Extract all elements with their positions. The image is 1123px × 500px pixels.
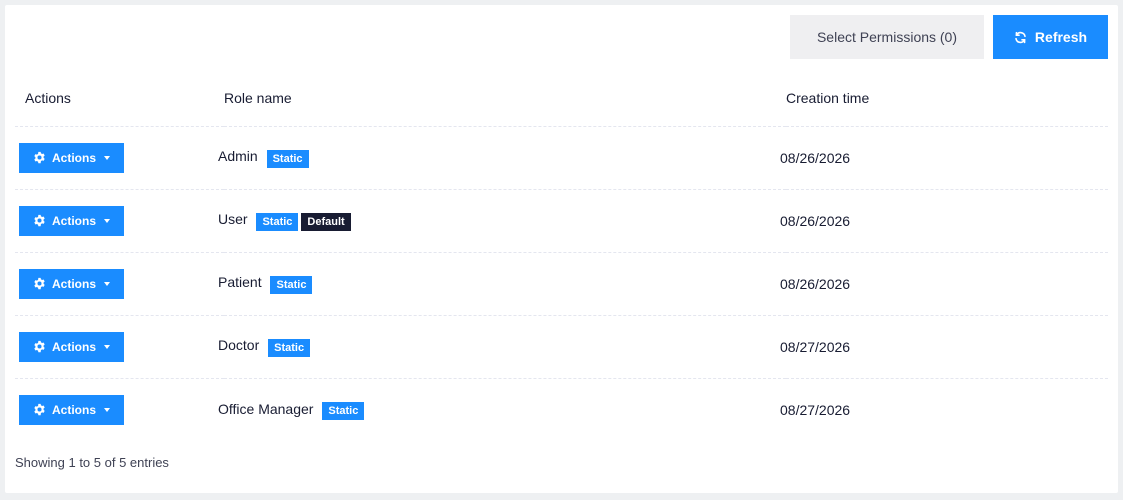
refresh-icon [1015,31,1026,43]
static-badge: Static [270,275,313,294]
actions-dropdown-button[interactable]: Actions [19,394,124,425]
roles-table: Actions Role name Creation time Actions … [15,71,1108,441]
caret-down-icon [104,155,110,160]
creation-time: 08/27/2026 [780,315,1102,379]
caret-down-icon [104,218,110,223]
header-actions: Actions [15,71,224,127]
gear-icon [34,214,45,227]
static-badge: Static [268,338,311,357]
static-badge: Static [266,149,309,168]
table-row: Actions User Static Default 08/26/2026 [15,189,1108,253]
actions-dropdown-button[interactable]: Actions [19,205,124,236]
table-row: Actions Admin Static 08/26/2026 [15,126,1108,190]
gear-icon [34,151,45,164]
role-name: User [218,211,248,228]
gear-icon [34,277,45,290]
static-badge: Static [256,212,299,231]
caret-down-icon [104,407,110,412]
default-badge: Default [301,212,351,231]
table-info: Showing 1 to 5 of 5 entries [15,455,169,470]
table-row: Actions Office Manager Static 08/27/2026 [15,378,1108,441]
creation-time: 08/26/2026 [780,252,1102,316]
select-permissions-button[interactable]: Select Permissions (0) [790,15,984,59]
role-name: Patient [218,274,262,291]
table-header-row: Actions Role name Creation time [15,71,1108,127]
actions-label: Actions [51,213,96,228]
actions-dropdown-button[interactable]: Actions [19,331,124,362]
actions-label: Actions [51,150,96,165]
actions-dropdown-button[interactable]: Actions [19,268,124,299]
actions-label: Actions [51,339,96,354]
actions-dropdown-button[interactable]: Actions [19,142,124,173]
caret-down-icon [104,281,110,286]
role-name: Admin [218,148,258,165]
actions-label: Actions [51,402,96,417]
actions-label: Actions [51,276,96,291]
header-creation-time[interactable]: Creation time [786,71,1108,127]
refresh-label: Refresh [1034,29,1088,45]
creation-time: 08/26/2026 [780,189,1102,253]
toolbar: Select Permissions (0) Refresh [790,15,1108,59]
refresh-button[interactable]: Refresh [993,15,1108,59]
table-row: Actions Doctor Static 08/27/2026 [15,315,1108,379]
gear-icon [34,404,45,416]
roles-card: Select Permissions (0) Refresh Actions R… [5,5,1118,493]
header-role-name[interactable]: Role name [224,71,786,127]
creation-time: 08/26/2026 [780,126,1102,190]
creation-time: 08/27/2026 [780,401,851,418]
gear-icon [34,340,45,353]
role-name: Doctor [218,337,260,354]
static-badge: Static [322,401,365,420]
caret-down-icon [104,344,110,349]
role-name: Office Manager [218,400,314,417]
table-row: Actions Patient Static 08/26/2026 [15,252,1108,316]
